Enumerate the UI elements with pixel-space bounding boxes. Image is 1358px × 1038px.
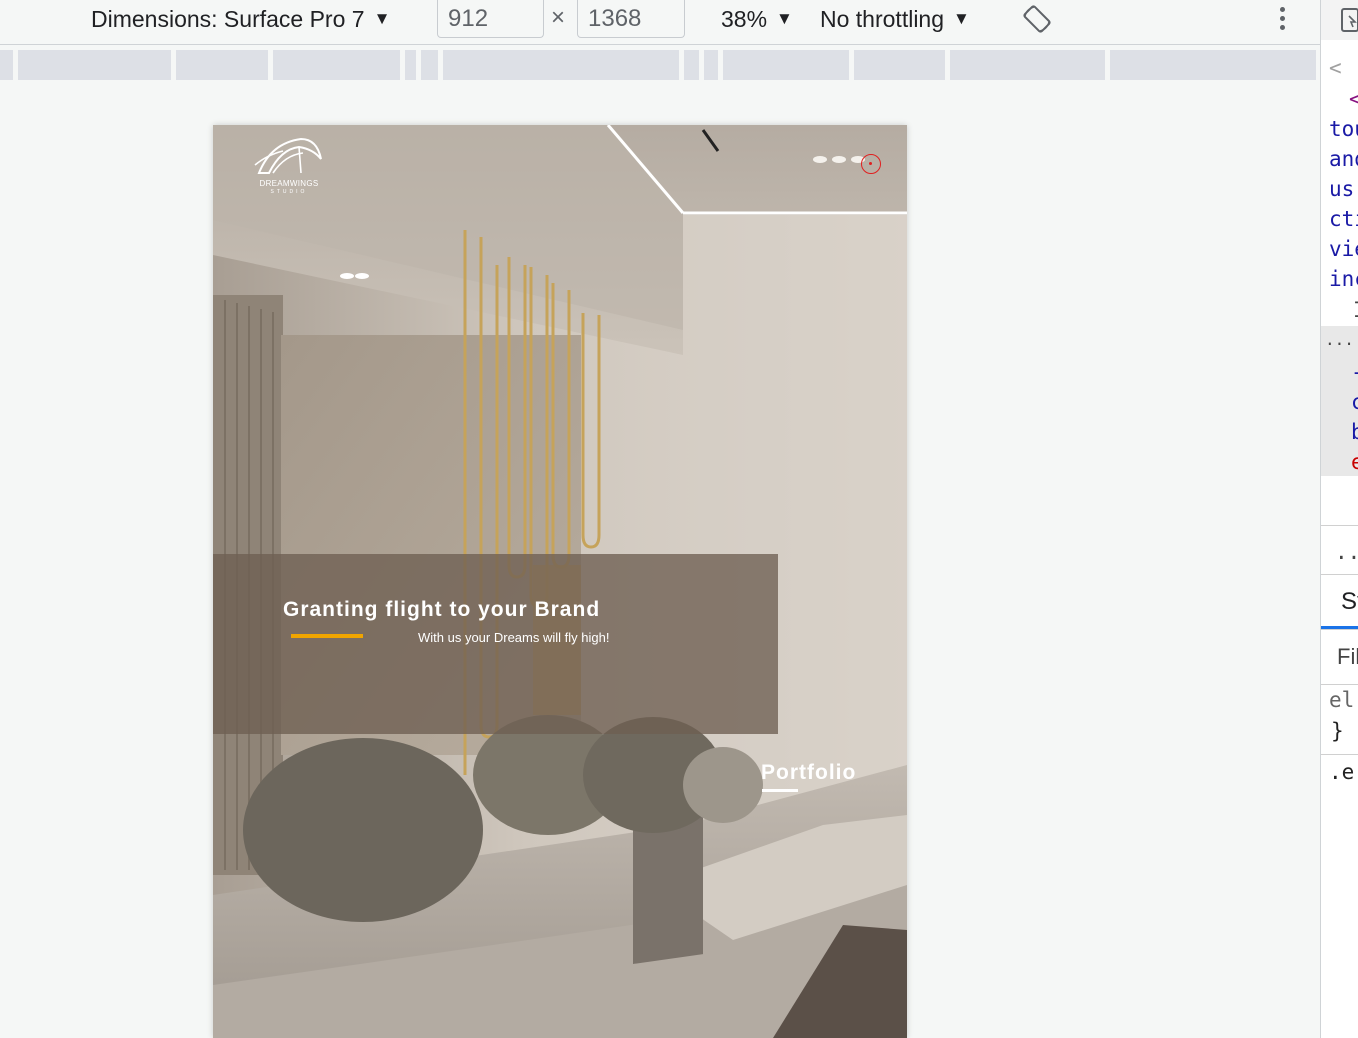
devtools-panel: < < tou and us cti vie inc I ... - c b e… (1320, 0, 1358, 1038)
style-rule-selector[interactable]: .e (1329, 760, 1354, 784)
dom-line[interactable]: e (1351, 450, 1358, 474)
dreamwings-logo[interactable]: DREAMWINGS STUDIO (251, 133, 327, 199)
dom-line[interactable]: I (1353, 298, 1358, 322)
media-query-segment[interactable] (723, 50, 849, 80)
touch-cursor-icon (861, 154, 881, 174)
dom-line[interactable]: - (1351, 360, 1358, 384)
width-input-value: 912 (448, 4, 489, 32)
dom-line[interactable]: < (1349, 87, 1358, 111)
height-input[interactable]: 1368 (577, 0, 685, 38)
style-rule-selector[interactable]: el (1329, 688, 1354, 712)
device-select-label: Dimensions: Surface Pro 7 (91, 5, 365, 32)
style-rule-brace: } (1331, 719, 1344, 743)
times-icon: × (551, 4, 566, 31)
throttle-select-label: No throttling (820, 5, 945, 32)
media-query-segment[interactable] (950, 50, 1105, 80)
throttle-select[interactable]: No throttling ▼ (820, 0, 970, 38)
dom-line[interactable]: tou (1329, 117, 1358, 141)
hero-accent-underline (291, 634, 363, 638)
styles-filter-input[interactable]: Fil (1337, 644, 1358, 670)
logo-wordmark: DREAMWINGS (259, 179, 319, 188)
dom-line[interactable]: inc (1329, 267, 1358, 291)
portfolio-underline (762, 789, 798, 792)
breadcrumb-ellipsis[interactable]: .. (1335, 540, 1358, 564)
media-query-segment[interactable] (421, 50, 438, 80)
height-input-value: 1368 (588, 4, 642, 32)
zoom-select[interactable]: 38% ▼ (721, 0, 793, 38)
more-options-icon[interactable] (1274, 4, 1292, 34)
divider (1321, 754, 1358, 755)
portfolio-link[interactable]: Portfolio (761, 761, 856, 785)
divider (1321, 629, 1358, 630)
media-query-segment[interactable] (684, 50, 699, 80)
inspect-element-icon[interactable] (1341, 8, 1358, 32)
wing-logo-icon (254, 137, 322, 174)
divider (1321, 684, 1358, 685)
logo-subtext: STUDIO (270, 189, 308, 195)
chevron-down-icon: ▼ (776, 9, 793, 28)
dom-line[interactable]: and (1329, 147, 1358, 171)
media-query-segment[interactable] (443, 50, 679, 80)
device-select[interactable]: Dimensions: Surface Pro 7 ▼ (91, 0, 390, 38)
rotate-icon[interactable] (1022, 4, 1052, 34)
dom-line[interactable]: b (1351, 420, 1358, 444)
divider (1321, 525, 1358, 526)
tab-styles[interactable]: St (1341, 588, 1358, 616)
dom-ellipsis[interactable]: ... (1325, 330, 1354, 349)
media-query-segment[interactable] (0, 50, 13, 80)
media-query-segment[interactable] (854, 50, 945, 80)
dom-line[interactable]: us (1329, 177, 1354, 201)
device-viewport[interactable]: Granting flight to your Brand With us yo… (213, 125, 907, 1038)
hero-title: Granting flight to your Brand (283, 598, 601, 621)
media-query-segment[interactable] (405, 50, 416, 80)
chevron-down-icon: ▼ (953, 9, 970, 28)
width-input[interactable]: 912 (437, 0, 544, 38)
media-query-segment[interactable] (18, 50, 171, 80)
media-query-segment[interactable] (176, 50, 268, 80)
zoom-select-label: 38% (721, 5, 768, 32)
dom-line[interactable]: < (1329, 56, 1342, 80)
media-query-segment[interactable] (273, 50, 400, 80)
chevron-down-icon: ▼ (373, 9, 391, 28)
hero-subtitle: With us your Dreams will fly high! (418, 630, 610, 645)
dom-line[interactable]: c (1351, 390, 1358, 414)
media-query-segment[interactable] (1110, 50, 1316, 80)
dom-line[interactable]: vie (1329, 237, 1358, 261)
device-toolbar: Dimensions: Surface Pro 7 ▼ 912 × 1368 3… (0, 0, 1320, 45)
media-query-segment[interactable] (704, 50, 718, 80)
dom-line[interactable]: cti (1329, 207, 1358, 231)
divider (1321, 574, 1358, 575)
media-query-bar[interactable] (0, 50, 1316, 80)
